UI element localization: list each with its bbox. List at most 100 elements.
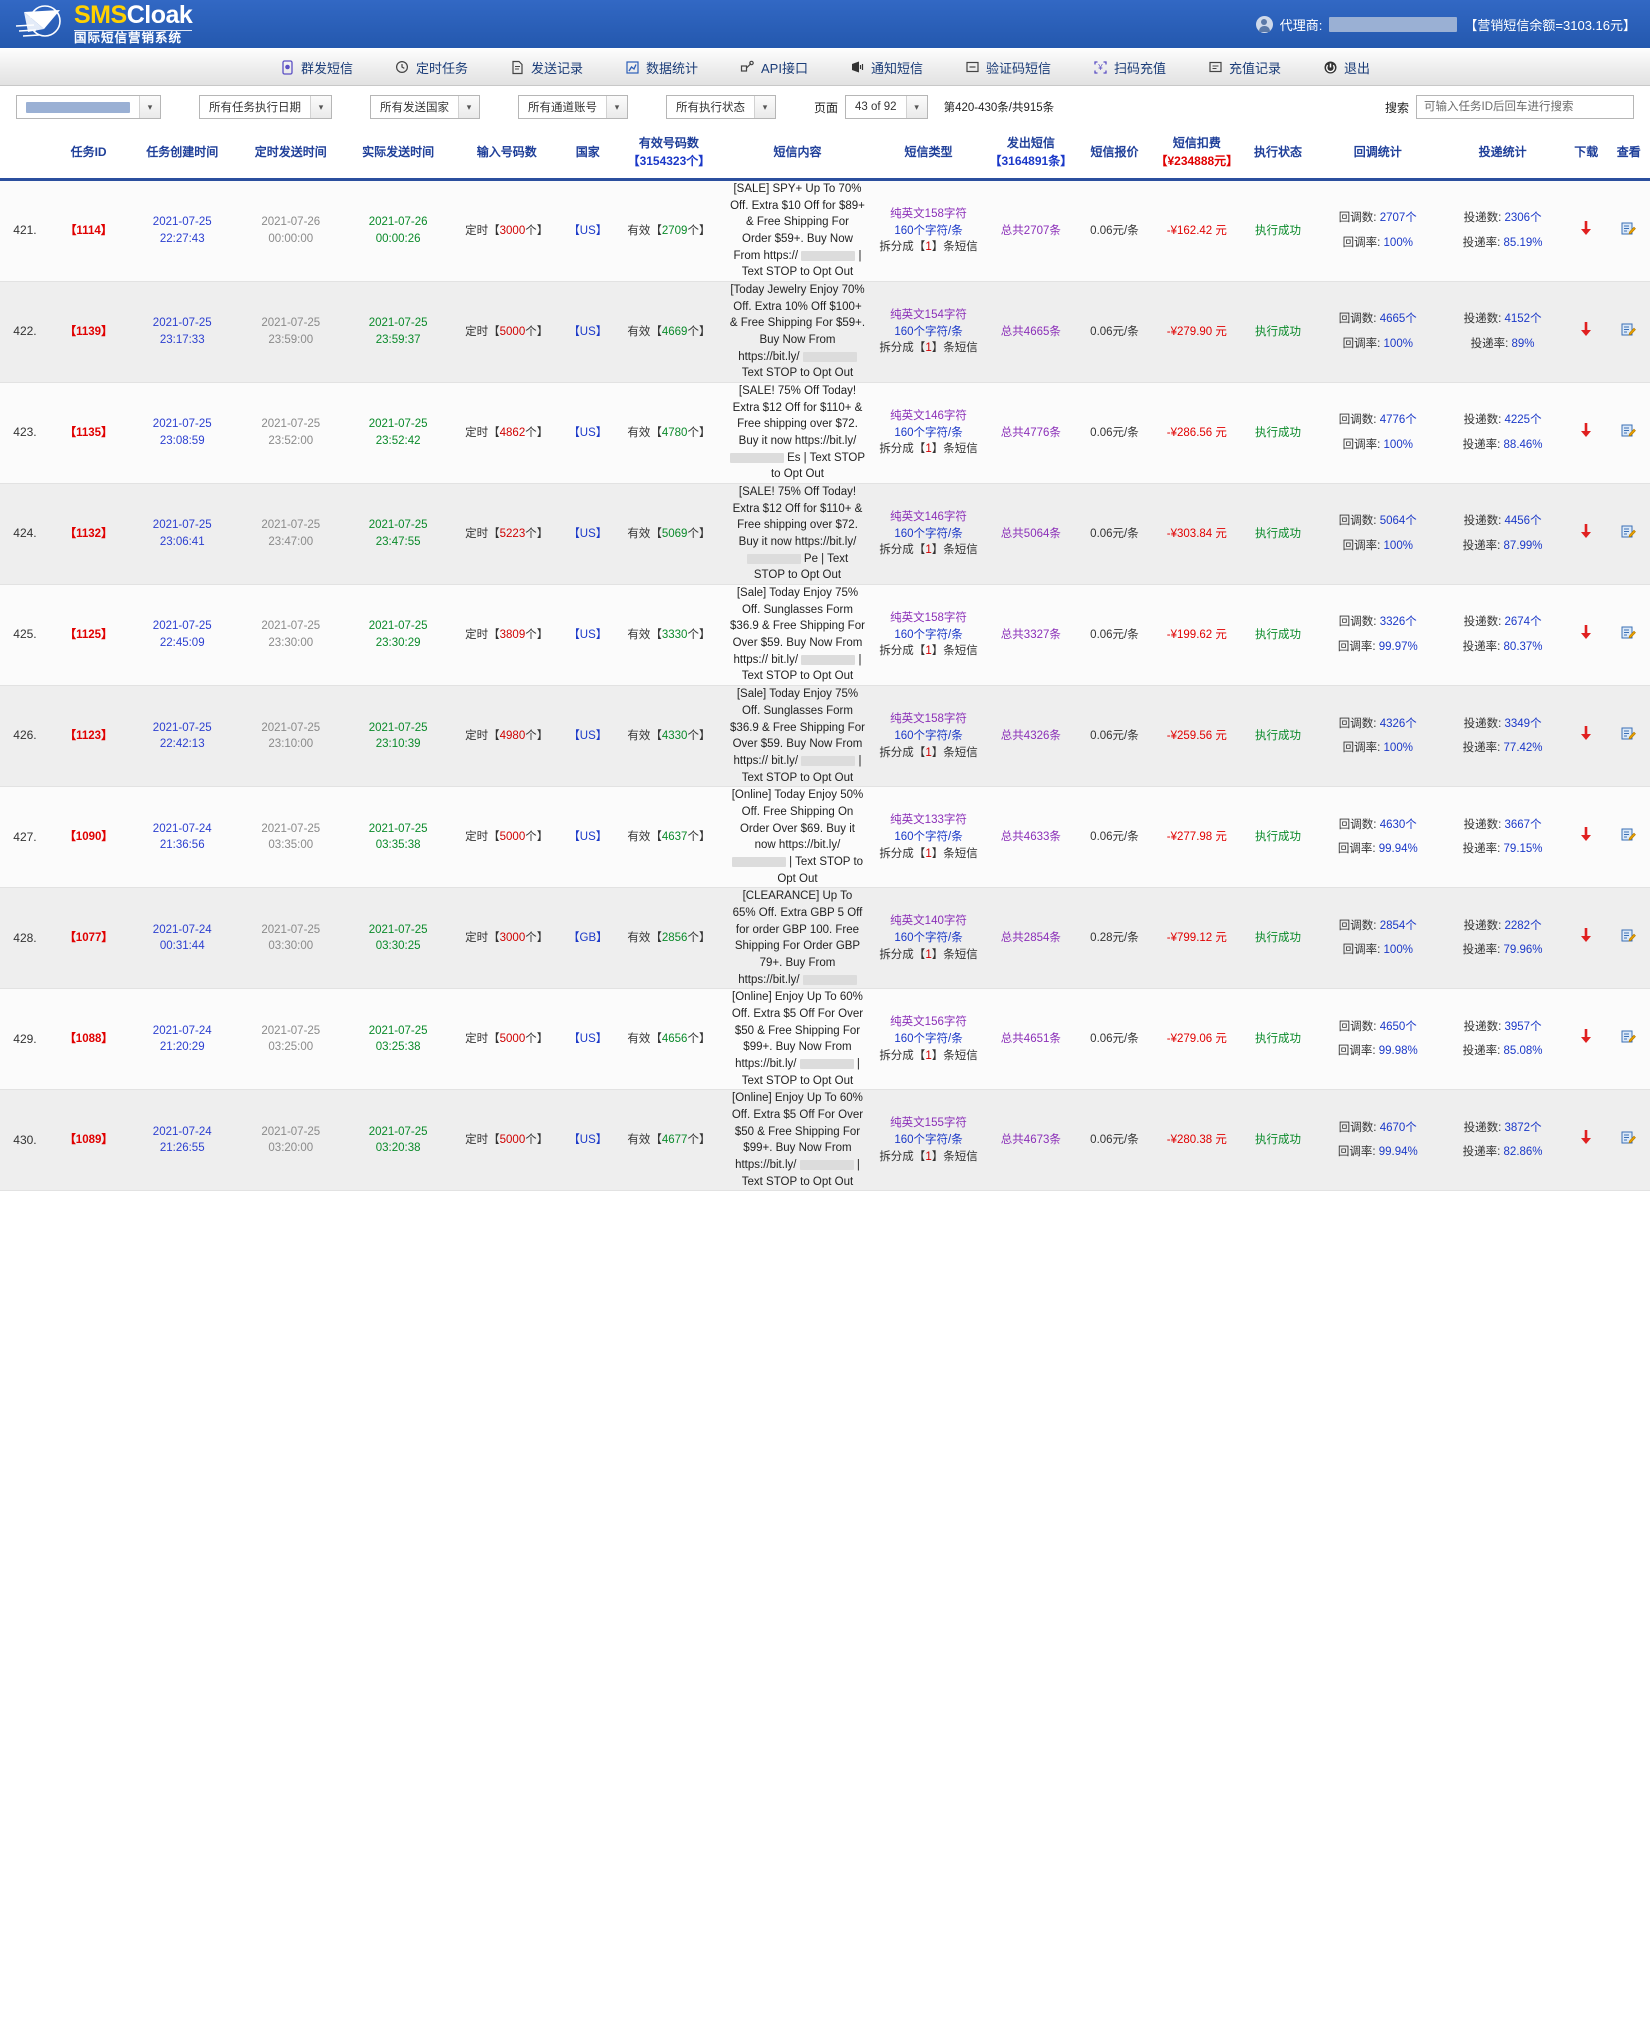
nav-item-send-record[interactable]: 发送记录 <box>506 56 587 79</box>
row-download-cell[interactable] <box>1564 584 1608 687</box>
account-filter-select[interactable]: ▾ <box>16 95 161 119</box>
row-task-id[interactable]: 【1090】 <box>49 786 128 889</box>
view-edit-icon[interactable] <box>1621 625 1637 646</box>
row-download-cell[interactable] <box>1564 988 1608 1091</box>
country-filter-select[interactable]: 所有发送国家 ▾ <box>370 95 480 119</box>
table-row[interactable]: 428. 【1077】 2021-07-24 00:31:44 2021-07-2… <box>0 887 1650 990</box>
table-row[interactable]: 424. 【1132】 2021-07-25 23:06:41 2021-07-2… <box>0 483 1650 586</box>
row-callback-stats: 回调数: 3326个 回调率: 99.97% <box>1315 584 1441 687</box>
row-sms-type: 纯英文133字符 160个字符/条 拆分成【1】条短信 <box>871 786 986 889</box>
download-icon[interactable] <box>1579 321 1593 342</box>
row-download-cell[interactable] <box>1564 887 1608 990</box>
page-select[interactable]: 43 of 92 ▾ <box>845 95 928 119</box>
table-row[interactable]: 425. 【1125】 2021-07-25 22:45:09 2021-07-2… <box>0 584 1650 687</box>
row-input-count: 定时【5000个】 <box>451 786 562 889</box>
row-index: 430. <box>0 1089 50 1192</box>
row-planned-time: 2021-07-25 23:10:00 <box>237 685 345 788</box>
nav-item-recharge-record[interactable]: 充值记录 <box>1204 56 1285 79</box>
download-icon[interactable] <box>1579 220 1593 241</box>
table-row[interactable]: 427. 【1090】 2021-07-24 21:36:56 2021-07-2… <box>0 786 1650 889</box>
row-download-cell[interactable] <box>1564 281 1608 384</box>
row-view-cell[interactable] <box>1607 988 1650 1091</box>
row-download-cell[interactable] <box>1564 483 1608 586</box>
download-icon[interactable] <box>1579 927 1593 948</box>
row-view-cell[interactable] <box>1607 483 1650 586</box>
row-input-count: 定时【5000个】 <box>451 281 562 384</box>
view-edit-icon[interactable] <box>1621 1130 1637 1151</box>
table-row[interactable]: 429. 【1088】 2021-07-24 21:20:29 2021-07-2… <box>0 988 1650 1091</box>
row-price: 0.06元/条 <box>1075 483 1154 586</box>
view-edit-icon[interactable] <box>1621 726 1637 747</box>
view-edit-icon[interactable] <box>1621 928 1637 949</box>
view-edit-icon[interactable] <box>1621 524 1637 545</box>
row-task-id[interactable]: 【1125】 <box>49 584 128 687</box>
search-label: 搜索 <box>1384 100 1409 115</box>
row-input-count: 定时【5223个】 <box>451 483 562 586</box>
content-redacted <box>801 250 856 261</box>
row-download-cell[interactable] <box>1564 382 1608 485</box>
row-callback-stats: 回调数: 4776个 回调率: 100% <box>1315 382 1441 485</box>
nav-item-notify-sms[interactable]: 通知短信 <box>846 56 927 79</box>
col-valid-count-total: 【3154323个】 <box>627 154 711 168</box>
content-redacted <box>746 553 801 564</box>
table-row[interactable]: 422. 【1139】 2021-07-25 23:17:33 2021-07-2… <box>0 281 1650 384</box>
download-icon[interactable] <box>1579 1028 1593 1049</box>
row-download-cell[interactable] <box>1564 786 1608 889</box>
view-edit-icon[interactable] <box>1621 221 1637 242</box>
row-fee: -¥279.90 元 <box>1153 281 1241 384</box>
nav-item-statistics[interactable]: 数据统计 <box>621 56 702 79</box>
row-task-id[interactable]: 【1089】 <box>49 1089 128 1192</box>
table-body: 421. 【1114】 2021-07-25 22:27:43 2021-07-2… <box>0 179 1650 1192</box>
view-edit-icon[interactable] <box>1621 322 1637 343</box>
date-filter-select[interactable]: 所有任务执行日期 ▾ <box>199 95 332 119</box>
nav-item-verify-sms[interactable]: 验证码短信 <box>961 56 1055 79</box>
download-icon[interactable] <box>1579 826 1593 847</box>
row-view-cell[interactable] <box>1607 1089 1650 1192</box>
verify-sms-icon <box>965 60 980 75</box>
row-sent-count: 总共2854条 <box>985 887 1076 990</box>
table-row[interactable]: 423. 【1135】 2021-07-25 23:08:59 2021-07-2… <box>0 382 1650 485</box>
download-icon[interactable] <box>1579 1129 1593 1150</box>
row-index: 422. <box>0 281 50 384</box>
row-status: 执行成功 <box>1240 382 1316 485</box>
nav-item-qr-recharge[interactable]: ¥ 扫码充值 <box>1089 56 1170 79</box>
row-task-id[interactable]: 【1123】 <box>49 685 128 788</box>
row-sms-content: [Sale] Today Enjoy 75% Off. Sunglasses F… <box>723 685 872 788</box>
row-task-id[interactable]: 【1139】 <box>49 281 128 384</box>
nav-item-logout[interactable]: 退出 <box>1319 56 1374 79</box>
download-icon[interactable] <box>1579 422 1593 443</box>
row-view-cell[interactable] <box>1607 786 1650 889</box>
nav-item-bulk-sms[interactable]: 群发短信 <box>276 56 357 79</box>
row-view-cell[interactable] <box>1607 584 1650 687</box>
row-view-cell[interactable] <box>1607 382 1650 485</box>
row-download-cell[interactable] <box>1564 685 1608 788</box>
row-task-id[interactable]: 【1088】 <box>49 988 128 1091</box>
status-filter-select[interactable]: 所有执行状态 ▾ <box>666 95 776 119</box>
row-delivery-stats: 投递数: 3349个 投递率: 77.42% <box>1440 685 1565 788</box>
row-view-cell[interactable] <box>1607 685 1650 788</box>
logo[interactable]: SMSCloak 国际短信营销系统 <box>14 3 193 45</box>
row-task-id[interactable]: 【1135】 <box>49 382 128 485</box>
download-icon[interactable] <box>1579 624 1593 645</box>
view-edit-icon[interactable] <box>1621 1029 1637 1050</box>
row-view-cell[interactable] <box>1607 281 1650 384</box>
nav-label: 数据统计 <box>645 60 698 76</box>
view-edit-icon[interactable] <box>1621 827 1637 848</box>
row-task-id[interactable]: 【1077】 <box>49 887 128 990</box>
search-input[interactable] <box>1416 95 1634 119</box>
download-icon[interactable] <box>1579 725 1593 746</box>
nav-item-scheduled-task[interactable]: 定时任务 <box>391 56 472 79</box>
row-download-cell[interactable] <box>1564 1089 1608 1192</box>
row-view-cell[interactable] <box>1607 887 1650 990</box>
row-download-cell[interactable] <box>1564 179 1608 283</box>
table-row[interactable]: 430. 【1089】 2021-07-24 21:26:55 2021-07-2… <box>0 1089 1650 1192</box>
row-task-id[interactable]: 【1132】 <box>49 483 128 586</box>
download-icon[interactable] <box>1579 523 1593 544</box>
table-row[interactable]: 426. 【1123】 2021-07-25 22:42:13 2021-07-2… <box>0 685 1650 788</box>
table-row[interactable]: 421. 【1114】 2021-07-25 22:27:43 2021-07-2… <box>0 179 1650 283</box>
row-view-cell[interactable] <box>1607 179 1650 283</box>
view-edit-icon[interactable] <box>1621 423 1637 444</box>
row-task-id[interactable]: 【1114】 <box>49 179 128 283</box>
nav-item-api[interactable]: API接口 <box>736 56 812 79</box>
channel-filter-select[interactable]: 所有通道账号 ▾ <box>518 95 628 119</box>
